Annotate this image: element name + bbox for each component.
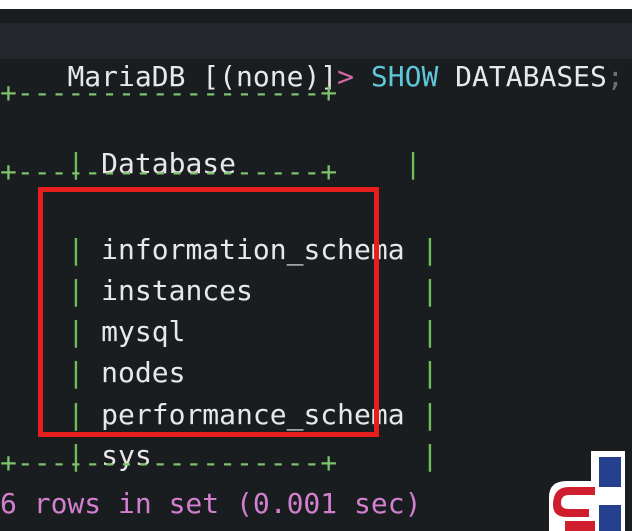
sb-logo-icon <box>539 447 632 531</box>
highlight-box <box>38 187 379 437</box>
table-pipe: | <box>421 439 439 472</box>
table-header-row: | Database | <box>0 110 421 180</box>
table-border-top: +------------------+ <box>0 76 338 109</box>
command-terminator: ; <box>606 60 624 93</box>
command-keyword: SHOW <box>370 60 439 93</box>
prompt-arrow: > <box>337 60 355 93</box>
command-text: DATABASES <box>438 60 607 93</box>
prompt-line: MariaDB [(none)]> SHOW DATABASES; <box>0 23 632 93</box>
table-border-middle: +------------------+ <box>0 155 338 188</box>
terminal-window: MariaDB [(none)]> SHOW DATABASES; +-----… <box>0 9 632 531</box>
result-summary: 6 rows in set (0.001 sec) <box>0 487 422 520</box>
table-pipe: | <box>404 147 422 180</box>
table-border-bottom: +------------------+ <box>0 446 338 479</box>
